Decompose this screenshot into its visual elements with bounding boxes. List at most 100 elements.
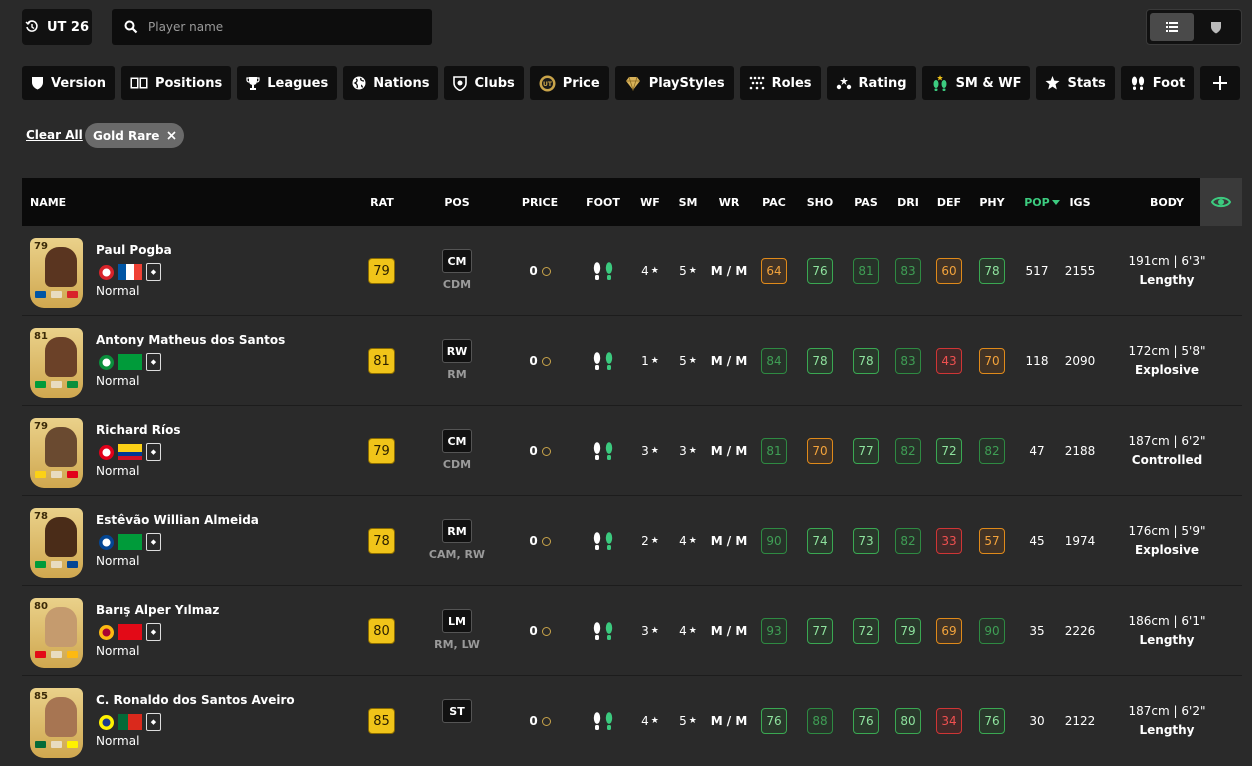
col-sho[interactable]: SHO	[803, 178, 837, 226]
player-name[interactable]: Paul Pogba	[96, 243, 172, 257]
filter-stats-button[interactable]: Stats	[1036, 66, 1115, 100]
filter-roles-button[interactable]: Roles	[739, 66, 821, 100]
table-row[interactable]: 81 Antony Matheus dos Santos ◆ Normal 81…	[22, 316, 1242, 406]
search-box	[112, 9, 432, 45]
list-view-button[interactable]	[1150, 13, 1194, 41]
work-rate: M / M	[710, 354, 748, 368]
table-row[interactable]: 78 Estêvão Willian Almeida ◆ Normal 78 R…	[22, 496, 1242, 586]
col-wf[interactable]: WF	[634, 178, 666, 226]
table-row[interactable]: 85 C. Ronaldo dos Santos Aveiro ◆ Normal…	[22, 676, 1242, 766]
col-price[interactable]: PRICE	[517, 178, 563, 226]
filter-label: Rating	[858, 75, 907, 91]
pitch-icon	[130, 77, 148, 89]
col-sm[interactable]: SM	[673, 178, 703, 226]
col-body[interactable]: BODY	[1144, 178, 1190, 226]
player-card-thumbnail[interactable]: 78	[30, 508, 83, 578]
table-row[interactable]: 79 Paul Pogba ◆ Normal 79 CM CDM 0 4 ★ 5…	[22, 226, 1242, 316]
filter-label: PlayStyles	[648, 75, 725, 91]
col-rat[interactable]: RAT	[362, 178, 402, 226]
filter-version-button[interactable]: Version	[22, 66, 115, 100]
body-type: Controlled	[1131, 453, 1203, 467]
player-name[interactable]: Richard Ríos	[96, 423, 181, 437]
table-row[interactable]: 80 Barış Alper Yılmaz ◆ Normal 80 LM RM,…	[22, 586, 1242, 676]
player-face	[45, 337, 77, 377]
coin-icon: UT	[539, 75, 556, 91]
filter-rating-button[interactable]: Rating	[826, 66, 916, 100]
main-position: LM	[442, 609, 472, 633]
stat-sho: 88	[807, 708, 833, 734]
filter-clubs-button[interactable]: Clubs	[444, 66, 524, 100]
version-button[interactable]: UT 26	[22, 9, 92, 45]
col-def[interactable]: DEF	[932, 178, 966, 226]
player-face	[45, 697, 77, 737]
skill-moves-value: 5	[679, 714, 687, 728]
foot-cell	[588, 406, 618, 496]
player-card-thumbnail[interactable]: 79	[30, 418, 83, 488]
preferred-foot-icon	[593, 262, 613, 280]
add-filter-button[interactable]	[1200, 66, 1241, 100]
skill-moves-value: 5	[679, 354, 687, 368]
weak-foot-cell: 4 ★	[634, 226, 666, 316]
stat-def: 69	[936, 618, 962, 644]
formation-dots-icon	[749, 76, 764, 90]
col-dri[interactable]: DRI	[891, 178, 925, 226]
stat-dri: 80	[895, 708, 921, 734]
filter-nations-button[interactable]: Nations	[343, 66, 439, 100]
table-header: NAME RAT POS PRICE FOOT WF SM WR PAC SHO…	[22, 178, 1242, 226]
table-row[interactable]: 79 Richard Ríos ◆ Normal 79 CM CDM 0 3★	[22, 406, 1242, 496]
preferred-foot-icon	[593, 712, 613, 730]
club-badge-icon	[99, 534, 114, 550]
table-body: 79 Paul Pogba ◆ Normal 79 CM CDM 0 4 ★ 5…	[22, 226, 1242, 766]
player-card-thumbnail[interactable]: 79	[30, 238, 83, 308]
col-pos[interactable]: POS	[437, 178, 477, 226]
filter-chip[interactable]: Gold Rare	[85, 123, 185, 148]
view-toggle	[1146, 9, 1242, 45]
player-name[interactable]: Antony Matheus dos Santos	[96, 333, 285, 347]
col-wr[interactable]: WR	[714, 178, 744, 226]
close-icon[interactable]	[167, 131, 176, 140]
card-league-mini	[51, 291, 62, 298]
filter-playstyles-button[interactable]: PlayStyles	[614, 66, 734, 100]
player-name[interactable]: Barış Alper Yılmaz	[96, 603, 219, 617]
filter-price-button[interactable]: UT Price	[529, 66, 609, 100]
price-cell: 0	[517, 586, 563, 676]
col-phy[interactable]: PHY	[975, 178, 1009, 226]
stat-def: 34	[936, 708, 962, 734]
stat-sho: 76	[807, 258, 833, 284]
filter-sm-wf-button[interactable]: SM & WF	[921, 66, 1031, 100]
main-position: CM	[442, 429, 472, 453]
filter-positions-button[interactable]: Positions	[120, 66, 232, 100]
player-name[interactable]: Estêvão Willian Almeida	[96, 513, 259, 527]
column-visibility-button[interactable]	[1200, 178, 1242, 226]
shield-icon	[32, 77, 43, 90]
card-flag-mini	[35, 741, 46, 748]
player-search-input[interactable]	[146, 19, 406, 35]
stat-sho: 78	[807, 348, 833, 374]
col-name[interactable]: NAME	[30, 178, 90, 226]
foot-cell	[588, 586, 618, 676]
player-card-thumbnail[interactable]: 85	[30, 688, 83, 758]
filter-foot-button[interactable]: Foot	[1120, 66, 1195, 100]
weak-foot-value: 4	[641, 264, 649, 278]
col-igs[interactable]: IGS	[1062, 178, 1098, 226]
card-view-button[interactable]	[1194, 13, 1238, 41]
stat-sho: 77	[807, 618, 833, 644]
body-type: Lengthy	[1139, 723, 1195, 737]
player-card-thumbnail[interactable]: 81	[30, 328, 83, 398]
main-position: ST	[442, 699, 472, 723]
player-card-thumbnail[interactable]: 80	[30, 598, 83, 668]
col-pac[interactable]: PAC	[757, 178, 791, 226]
filter-label: Price	[562, 75, 600, 91]
stat-phy: 78	[979, 258, 1005, 284]
sort-desc-icon	[1051, 199, 1060, 205]
stat-sho: 74	[807, 528, 833, 554]
col-foot[interactable]: FOOT	[583, 178, 623, 226]
stat-pas: 78	[853, 348, 879, 374]
player-name[interactable]: C. Ronaldo dos Santos Aveiro	[96, 693, 295, 707]
col-pas[interactable]: PAS	[849, 178, 883, 226]
col-pop[interactable]: POP	[1020, 178, 1064, 226]
filter-leagues-button[interactable]: Leagues	[237, 66, 338, 100]
body-type: Explosive	[1134, 363, 1200, 377]
clear-all-link[interactable]: Clear All	[26, 128, 83, 142]
stat-pas: 76	[853, 708, 879, 734]
